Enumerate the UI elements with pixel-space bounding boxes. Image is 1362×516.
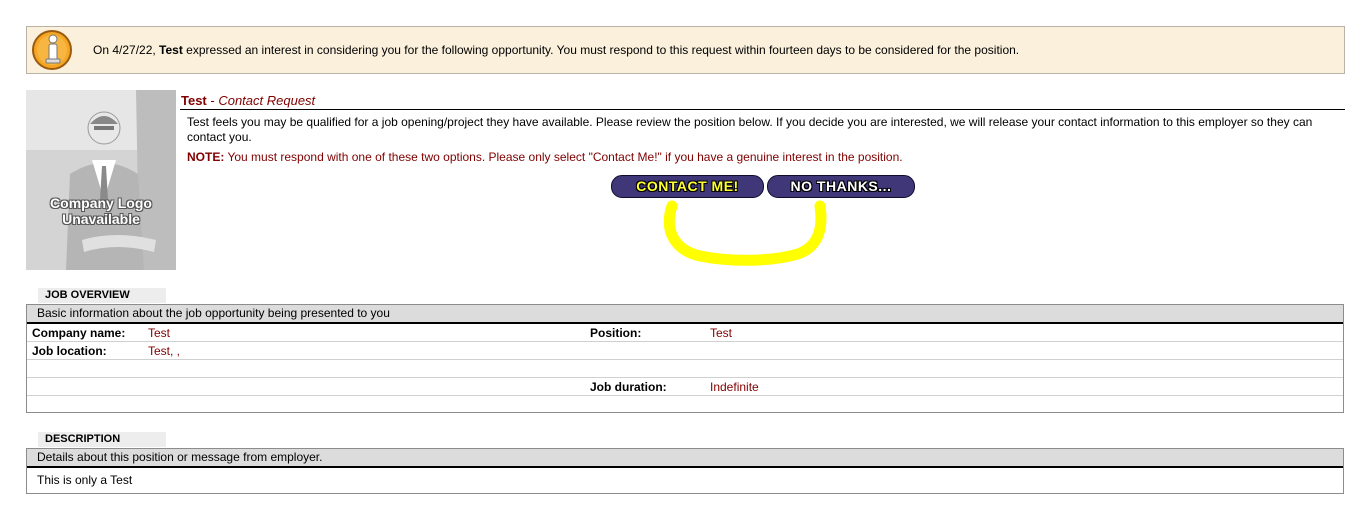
logo-caption-line1: Company Logo <box>50 195 152 211</box>
title-divider <box>180 109 1345 110</box>
notice-banner: On 4/27/22, Test expressed an interest i… <box>26 26 1345 74</box>
job-duration-value: Indefinite <box>710 380 759 394</box>
table-row: Job duration: Indefinite <box>27 378 1343 396</box>
table-row: Job location: Test, , <box>27 342 1343 360</box>
notice-prefix: On 4/27/22, <box>93 43 160 57</box>
job-overview-tab: JOB OVERVIEW <box>38 288 166 303</box>
job-overview-header: Basic information about the job opportun… <box>27 305 1343 324</box>
job-duration-label: Job duration: <box>590 380 667 394</box>
request-note: NOTE: You must respond with one of these… <box>187 150 903 164</box>
contact-request-title: Test - Contact Request <box>181 93 315 108</box>
note-label: NOTE: <box>187 150 225 164</box>
request-separator: - <box>206 93 219 108</box>
job-location-value: Test, , <box>148 344 181 358</box>
description-section: Details about this position or message f… <box>26 448 1344 494</box>
request-subtitle: Contact Request <box>218 93 316 108</box>
note-text: You must respond with one of these two o… <box>224 150 903 164</box>
position-label: Position: <box>590 326 642 340</box>
company-name-value: Test <box>148 326 171 340</box>
request-employer: Test <box>181 93 207 108</box>
position-value: Test <box>710 326 733 340</box>
job-overview-section: Basic information about the job opportun… <box>26 304 1344 413</box>
description-tab: DESCRIPTION <box>38 432 166 447</box>
notice-employer: Test <box>159 43 183 57</box>
logo-photo-placeholder <box>26 90 176 270</box>
job-location-label: Job location: <box>32 344 107 358</box>
request-description: Test feels you may be qualified for a jo… <box>187 115 1313 144</box>
company-name-label: Company name: <box>32 326 126 340</box>
no-thanks-button[interactable]: NO THANKS... <box>767 175 915 198</box>
logo-caption-line2: Unavailable <box>62 211 140 227</box>
notice-text: On 4/27/22, Test expressed an interest i… <box>93 43 1019 57</box>
contact-me-button[interactable]: CONTACT ME! <box>611 175 764 198</box>
description-body: This is only a Test <box>37 473 133 487</box>
table-row: Company name: Test Position: Test <box>27 324 1343 342</box>
highlight-scribble-annotation <box>663 200 827 266</box>
table-row <box>27 360 1343 378</box>
company-logo: Company Logo Unavailable <box>26 90 176 270</box>
info-person-icon <box>32 30 72 70</box>
notice-suffix: expressed an interest in considering you… <box>182 43 1020 57</box>
description-header: Details about this position or message f… <box>27 449 1343 468</box>
